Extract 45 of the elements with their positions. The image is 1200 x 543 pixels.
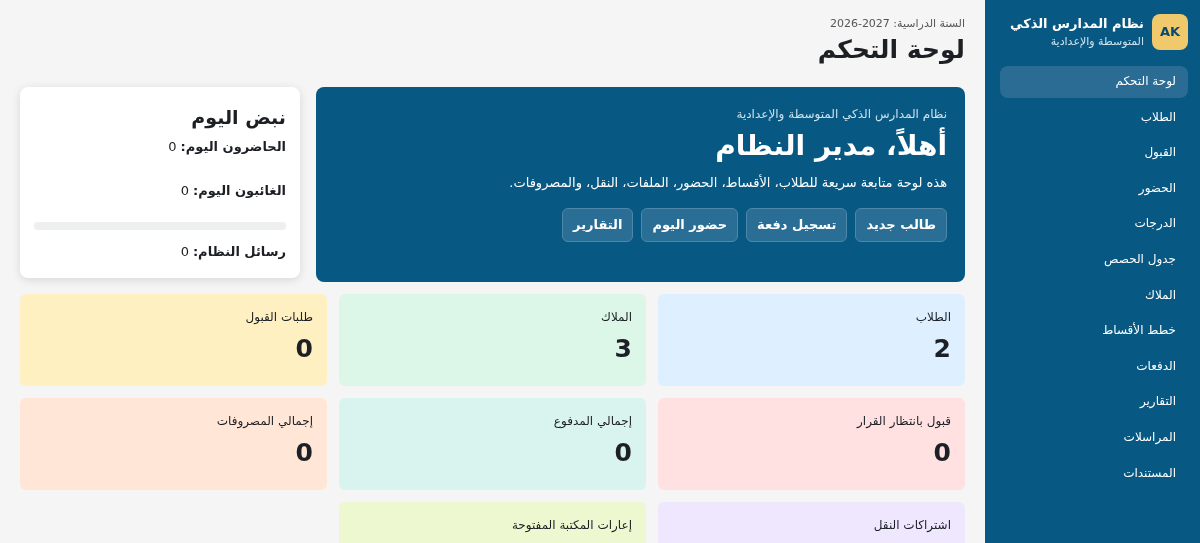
present-value: 0 (168, 138, 177, 156)
sidebar-item[interactable]: لوحة التحكم (1000, 66, 1188, 98)
quick-action-button[interactable]: تسجيل دفعة (746, 208, 848, 242)
sidebar-item[interactable]: الطلاب (1000, 101, 1188, 134)
sidebar-item[interactable]: الدرجات (1000, 208, 1188, 240)
quick-action-button[interactable]: التقارير (562, 208, 634, 242)
stat-label: الملاك (600, 308, 632, 326)
stat-label: اشتراكات النقل (872, 516, 951, 534)
app-title: نظام المدارس الذكي (1010, 15, 1144, 34)
page-title: لوحة التحكم (816, 34, 965, 65)
stat-value: 0 (932, 436, 951, 469)
sidebar-item[interactable]: القبول (1000, 137, 1188, 169)
app-subtitle: المتوسطة والإعدادية (1049, 33, 1144, 50)
pulse-title: نبض اليوم (190, 104, 286, 131)
sidebar-item[interactable]: الدفعات (1000, 350, 1188, 383)
sidebar-item[interactable]: خطط الأقساط (1000, 315, 1188, 347)
stat-label: طلبات القبول (244, 308, 313, 326)
sidebar-item[interactable]: التقارير (1000, 386, 1188, 418)
banner-text: هذه لوحة متابعة سريعة للطلاب، الأقساط، الحضور، الملفات، النقل، والمصروفات. (508, 173, 947, 192)
stat-label: قبول بانتظار القرار (855, 412, 951, 430)
absent-value: 0 (180, 181, 189, 200)
stat-label: إجمالي المدفوع (552, 412, 632, 430)
stat-value: 0 (613, 436, 632, 469)
logo-badge: AK (1152, 14, 1188, 50)
stat-label: إعارات المكتبة المفتوحة (510, 516, 632, 534)
sidebar-item[interactable]: جدول الحصص (1000, 243, 1188, 276)
stat-value: 0 (294, 436, 313, 469)
stat-value: 2 (932, 332, 951, 365)
messages-label: رسائل النظام: (192, 243, 286, 262)
sidebar-item[interactable]: المستندات (1000, 457, 1188, 490)
sidebar-item[interactable]: الملاك (1000, 279, 1188, 312)
stat-label: الطلاب (914, 308, 951, 326)
stat-value: 3 (613, 332, 632, 365)
academic-year: السنة الدراسية: 2027-2026 (828, 16, 965, 32)
sidebar-item[interactable]: الحضور (1000, 172, 1188, 205)
quick-action-button[interactable]: حضور اليوم (641, 208, 739, 242)
quick-action-button[interactable]: طالب جديد (855, 208, 947, 242)
messages-value: 0 (180, 243, 189, 261)
banner-eyebrow: نظام المدارس الذكي المتوسطة والإعدادية (735, 105, 947, 123)
sidebar-item[interactable]: المراسلات (1000, 421, 1188, 454)
stat-value: 0 (294, 332, 313, 365)
present-label: الحاضرون اليوم: (180, 138, 286, 157)
banner-title: أهلاً، مدير النظام (714, 126, 947, 164)
absent-label: الغائبون اليوم: (192, 181, 286, 200)
stat-label: إجمالي المصروفات (215, 412, 313, 430)
